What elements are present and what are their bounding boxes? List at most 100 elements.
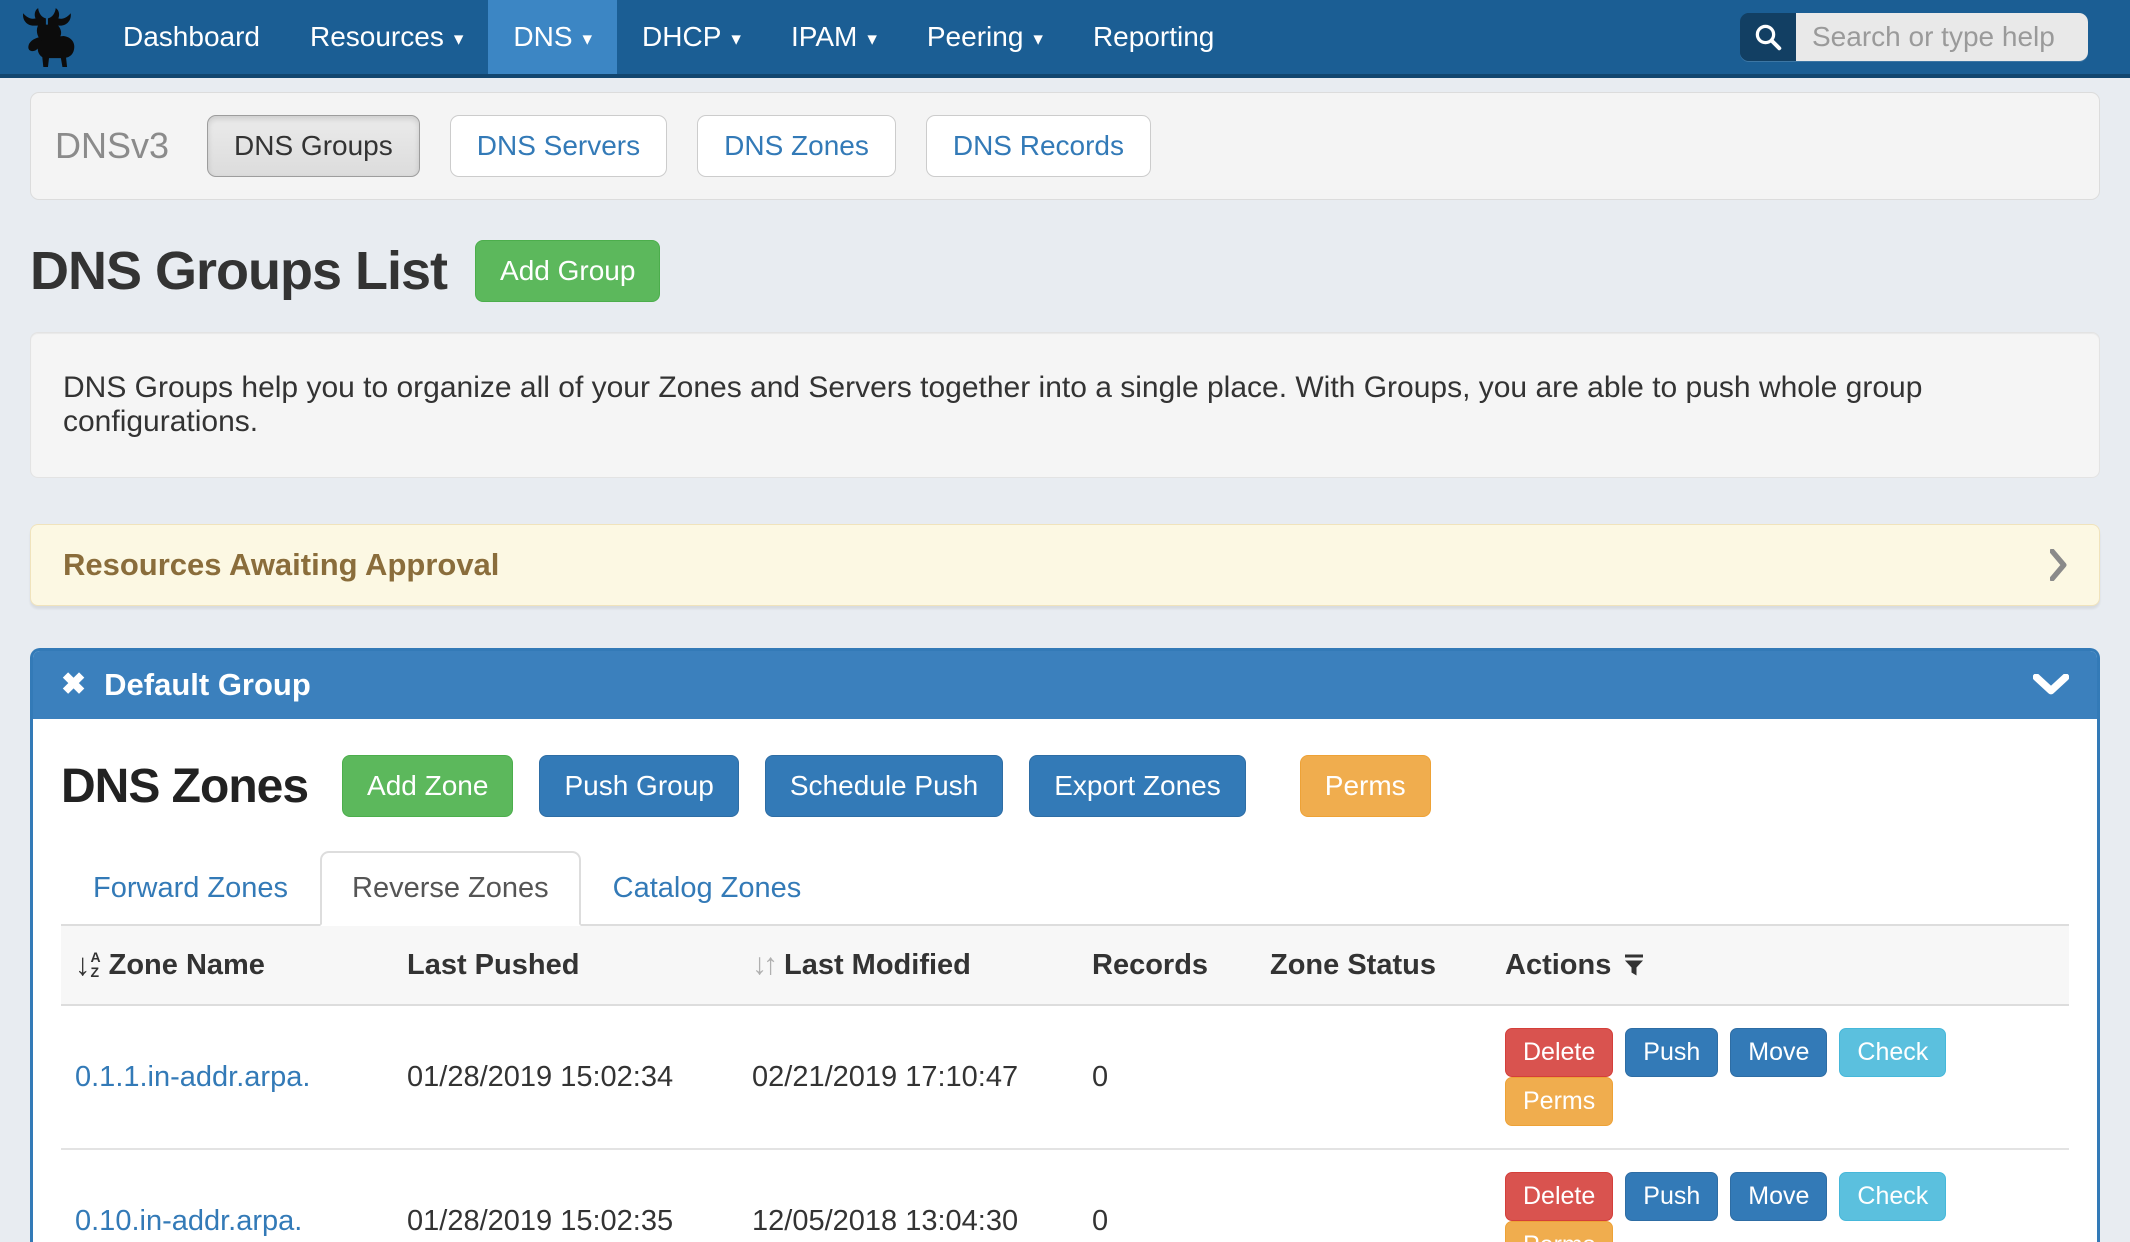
main-menu: Dashboard Resources ▾ DNS ▾ DHCP ▾ IPAM ▾ Pe… [98,0,1239,74]
dns-zones-button[interactable]: DNS Zones [697,115,896,177]
zones-table: ↓AZ Zone Name Last Pushed ↓↑ Last Modifi… [61,926,2069,1242]
global-search [1740,0,2088,74]
nav-label: Dashboard [123,21,260,53]
last-pushed-cell: 01/28/2019 15:02:34 [393,1005,738,1149]
records-cell: 0 [1078,1149,1256,1242]
zones-table-header-row: ↓AZ Zone Name Last Pushed ↓↑ Last Modifi… [61,926,2069,1005]
zones-tabs: Forward Zones Reverse Zones Catalog Zone… [61,851,2069,926]
push-zone-button[interactable]: Push [1625,1172,1718,1221]
zone-name-cell: 0.1.1.in-addr.arpa. [61,1005,393,1149]
move-zone-button[interactable]: Move [1730,1028,1827,1077]
push-zone-button[interactable]: Push [1625,1028,1718,1077]
chevron-right-icon [2050,549,2067,581]
schedule-push-button[interactable]: Schedule Push [765,755,1003,817]
default-group-panel: ✖ Default Group DNS Zones Add Zone Push … [30,648,2100,1242]
nav-item-ipam[interactable]: IPAM ▾ [766,0,902,74]
nav-label: DNS [513,21,572,53]
move-zone-button[interactable]: Move [1730,1172,1827,1221]
page-heading: DNS Groups List Add Group [30,240,2100,302]
group-title: Default Group [104,667,311,703]
moose-logo[interactable] [0,0,98,74]
delete-zone-button[interactable]: Delete [1505,1028,1613,1077]
last-pushed-cell: 01/28/2019 15:02:35 [393,1149,738,1242]
tab-catalog-zones[interactable]: Catalog Zones [581,851,834,926]
column-last-modified[interactable]: ↓↑ Last Modified [738,926,1078,1005]
column-last-pushed: Last Pushed [393,926,738,1005]
nav-label: Peering [927,21,1024,53]
push-group-button[interactable]: Push Group [539,755,738,817]
search-icon[interactable] [1740,13,1796,61]
zone-name-link[interactable]: 0.1.1.in-addr.arpa. [75,1061,310,1093]
export-zones-button[interactable]: Export Zones [1029,755,1246,817]
moose-icon [18,4,80,70]
dns-zones-title: DNS Zones [61,759,308,814]
zone-actions-cell: DeletePushMoveCheck Perms [1491,1005,2069,1149]
default-group-header[interactable]: ✖ Default Group [33,651,2097,719]
add-zone-button[interactable]: Add Zone [342,755,513,817]
group-perms-button[interactable]: Perms [1300,755,1431,817]
records-cell: 0 [1078,1005,1256,1149]
dns-groups-button[interactable]: DNS Groups [207,115,420,177]
filter-icon[interactable] [1623,953,1645,978]
dnsv3-toolbar: DNSv3 DNS Groups DNS Servers DNS Zones D… [30,92,2100,200]
column-label: Last Pushed [407,949,579,981]
page-title: DNS Groups List [30,240,447,302]
approval-panel-title: Resources Awaiting Approval [63,547,499,583]
check-zone-button[interactable]: Check [1839,1172,1946,1221]
nav-label: IPAM [791,21,857,53]
zone-name-link[interactable]: 0.10.in-addr.arpa. [75,1205,302,1237]
remove-group-icon[interactable]: ✖ [61,670,86,700]
nav-item-peering[interactable]: Peering ▾ [902,0,1068,74]
tab-reverse-zones[interactable]: Reverse Zones [320,851,581,926]
column-label: Zone Status [1270,949,1436,981]
nav-item-dhcp[interactable]: DHCP ▾ [617,0,766,74]
zone-row: 0.10.in-addr.arpa. 01/28/2019 15:02:3512/… [61,1149,2069,1242]
column-actions: Actions [1491,926,2069,1005]
top-navbar: Dashboard Resources ▾ DNS ▾ DHCP ▾ IPAM ▾ Pe… [0,0,2130,78]
column-zone-name[interactable]: ↓AZ Zone Name [61,926,393,1005]
last-modified-cell: 02/21/2019 17:10:47 [738,1005,1078,1149]
caret-down-icon: ▾ [867,30,877,49]
nav-item-resources[interactable]: Resources ▾ [285,0,488,74]
zone-status-cell [1256,1149,1491,1242]
nav-item-reporting[interactable]: Reporting [1068,0,1239,74]
add-group-button[interactable]: Add Group [475,240,660,302]
column-records: Records [1078,926,1256,1005]
column-label: Records [1092,949,1208,981]
default-group-body: DNS Zones Add Zone Push Group Schedule P… [33,719,2097,1242]
column-label: Actions [1505,949,1611,982]
sort-updown-icon[interactable]: ↓↑ [752,948,774,982]
groups-description: DNS Groups help you to organize all of y… [30,332,2100,478]
caret-down-icon: ▾ [731,30,741,49]
caret-down-icon: ▾ [583,30,593,49]
zone-status-cell [1256,1005,1491,1149]
perms-zone-button[interactable]: Perms [1505,1221,1613,1242]
dnsv3-label: DNSv3 [55,125,169,167]
column-label: Last Modified [784,949,971,982]
column-label: Zone Name [109,949,265,982]
nav-label: Reporting [1093,21,1214,53]
nav-item-dashboard[interactable]: Dashboard [98,0,285,74]
search-input[interactable] [1796,13,2088,61]
check-zone-button[interactable]: Check [1839,1028,1946,1077]
caret-down-icon: ▾ [454,30,464,49]
chevron-down-icon[interactable] [2033,674,2069,697]
column-zone-status: Zone Status [1256,926,1491,1005]
last-modified-cell: 12/05/2018 13:04:30 [738,1149,1078,1242]
zones-table-body: 0.1.1.in-addr.arpa. 01/28/2019 15:02:3402… [61,1005,2069,1242]
caret-down-icon: ▾ [1033,30,1043,49]
zone-actions-cell: DeletePushMoveCheck Perms [1491,1149,2069,1242]
resources-awaiting-approval-panel[interactable]: Resources Awaiting Approval [30,524,2100,606]
delete-zone-button[interactable]: Delete [1505,1172,1613,1221]
perms-zone-button[interactable]: Perms [1505,1077,1613,1126]
sort-alpha-icon[interactable]: ↓AZ [75,947,101,983]
nav-item-dns[interactable]: DNS ▾ [488,0,617,74]
nav-label: Resources [310,21,444,53]
zone-name-cell: 0.10.in-addr.arpa. [61,1149,393,1242]
nav-label: DHCP [642,21,721,53]
dns-zones-heading-row: DNS Zones Add Zone Push Group Schedule P… [61,755,2069,817]
dns-records-button[interactable]: DNS Records [926,115,1151,177]
tab-forward-zones[interactable]: Forward Zones [61,851,320,926]
dns-servers-button[interactable]: DNS Servers [450,115,667,177]
zone-row: 0.1.1.in-addr.arpa. 01/28/2019 15:02:3402… [61,1005,2069,1149]
